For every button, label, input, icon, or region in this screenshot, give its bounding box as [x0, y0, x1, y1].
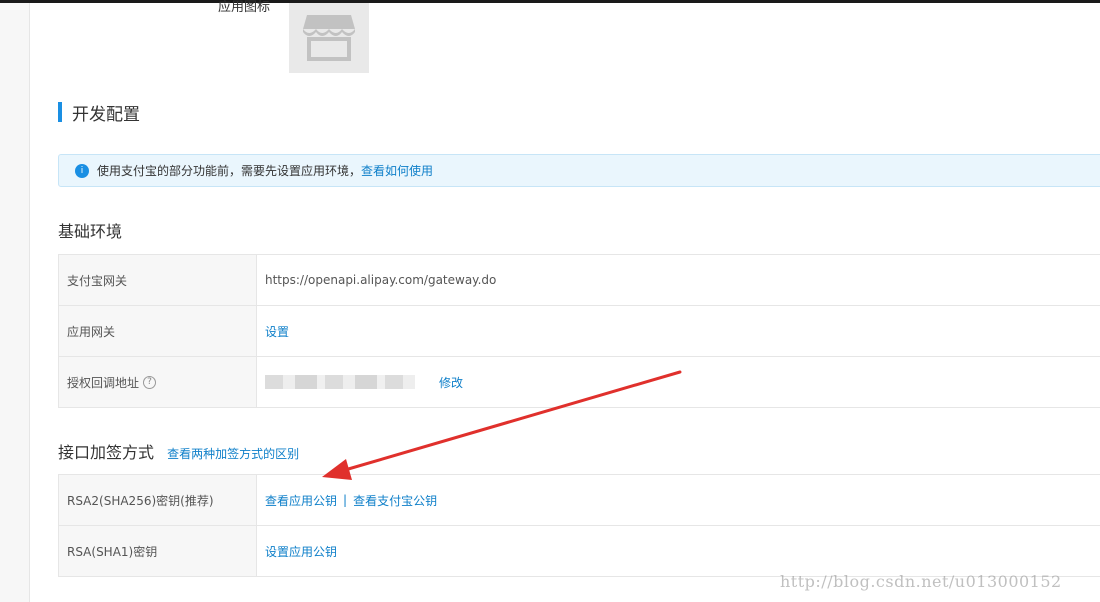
app-gateway-set-link[interactable]: 设置 — [265, 323, 289, 340]
table-row: 支付宝网关 https://openapi.alipay.com/gateway… — [58, 255, 1100, 306]
sign-method-title: 接口加签方式 查看两种加签方式的区别 — [58, 439, 299, 463]
set-app-public-key-link[interactable]: 设置应用公钥 — [265, 543, 337, 560]
redacted-callback-url — [265, 375, 415, 389]
app-icon-label: 应用图标 — [218, 0, 271, 15]
sign-method-title-text: 接口加签方式 — [58, 443, 155, 462]
table-row: 应用网关 设置 — [58, 306, 1100, 357]
how-to-use-link[interactable]: 查看如何使用 — [361, 162, 433, 179]
help-icon[interactable]: ? — [143, 375, 157, 389]
rsa-label: RSA(SHA1)密钥 — [58, 526, 257, 576]
rsa2-label: RSA2(SHA256)密钥(推荐) — [58, 475, 257, 525]
left-sidebar-rail — [0, 3, 30, 602]
store-icon[interactable] — [289, 3, 369, 73]
basic-env-table: 支付宝网关 https://openapi.alipay.com/gateway… — [58, 254, 1100, 408]
link-separator: | — [343, 493, 348, 507]
dev-config-title-text: 开发配置 — [72, 104, 140, 125]
basic-env-title: 基础环境 — [58, 222, 123, 241]
app-gateway-label: 应用网关 — [58, 306, 257, 356]
table-row: 授权回调地址 ? 修改 — [58, 357, 1100, 408]
table-row: RSA(SHA1)密钥 设置应用公钥 — [58, 526, 1100, 577]
top-border — [0, 0, 1100, 3]
watermark: http://blog.csdn.net/u013000152 — [780, 572, 1062, 591]
notice-message: 使用支付宝的部分功能前，需要先设置应用环境， — [97, 164, 362, 178]
auth-callback-label: 授权回调地址 ? — [58, 357, 257, 407]
auth-callback-edit-link[interactable]: 修改 — [439, 374, 463, 391]
auth-callback-label-text: 授权回调地址 — [67, 375, 140, 390]
sign-method-table: RSA2(SHA256)密钥(推荐) 查看应用公钥 | 查看支付宝公钥 RSA(… — [58, 474, 1100, 577]
view-app-public-key-link[interactable]: 查看应用公钥 — [265, 492, 337, 509]
dev-config-title: 开发配置 — [58, 101, 140, 125]
table-row: RSA2(SHA256)密钥(推荐) 查看应用公钥 | 查看支付宝公钥 — [58, 475, 1100, 526]
view-alipay-public-key-link[interactable]: 查看支付宝公钥 — [353, 492, 437, 509]
section-accent-bar — [58, 102, 62, 122]
notice-banner: i 使用支付宝的部分功能前，需要先设置应用环境， 查看如何使用 — [58, 154, 1100, 187]
gateway-value: https://openapi.alipay.com/gateway.do — [265, 273, 497, 287]
gateway-label: 支付宝网关 — [58, 255, 257, 305]
sign-method-diff-link[interactable]: 查看两种加签方式的区别 — [167, 447, 299, 461]
info-icon: i — [75, 163, 89, 178]
